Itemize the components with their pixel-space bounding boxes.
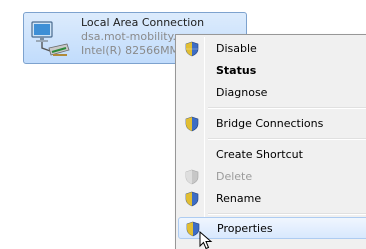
connection-domain: dsa.mot-mobility.c <box>81 30 183 43</box>
menu-item-diagnose[interactable]: Diagnose <box>178 82 366 104</box>
menu-item-label: Bridge Connections <box>216 117 324 130</box>
shield-icon <box>185 41 199 57</box>
menu-item-status[interactable]: Status <box>178 60 366 82</box>
mouse-pointer-icon <box>199 231 213 249</box>
menu-item-label: Rename <box>216 192 262 205</box>
desktop-window: Local Area Connection dsa.mot-mobility.c… <box>0 0 366 249</box>
menu-separator <box>208 138 366 140</box>
shield-icon <box>185 191 199 207</box>
shield-icon <box>185 116 199 132</box>
shield-icon <box>185 169 199 185</box>
menu-item-label: Create Shortcut <box>216 148 303 161</box>
connection-name: Local Area Connection <box>81 16 205 29</box>
menu-item-label: Status <box>216 64 257 77</box>
menu-item-label: Delete <box>216 170 253 183</box>
menu-separator <box>208 213 366 215</box>
menu-item-delete[interactable]: Delete <box>178 166 366 188</box>
menu-item-disable[interactable]: Disable <box>178 38 366 60</box>
context-menu: Disable Status Diagnose Bridge Connectio… <box>175 34 366 249</box>
menu-item-label: Disable <box>216 42 257 55</box>
menu-item-rename[interactable]: Rename <box>178 188 366 210</box>
menu-item-create-shortcut[interactable]: Create Shortcut <box>178 144 366 166</box>
menu-item-label: Properties <box>217 222 273 235</box>
menu-separator <box>208 107 366 109</box>
connection-adapter: Intel(R) 82566MM ( <box>81 44 187 57</box>
menu-item-label: Diagnose <box>216 86 268 99</box>
menu-item-bridge-connections[interactable]: Bridge Connections <box>178 113 366 135</box>
network-adapter-icon <box>31 21 70 56</box>
